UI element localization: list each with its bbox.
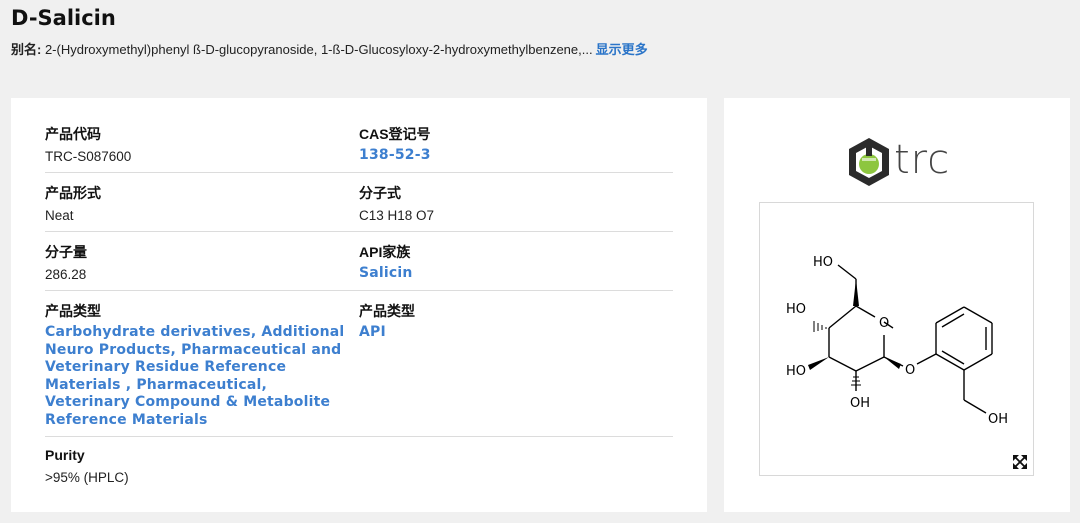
label-ho-left1: HO <box>786 302 806 317</box>
api-family-label: API家族 <box>359 244 411 260</box>
label-oh-right: OH <box>988 412 1008 427</box>
product-form-label: 产品形式 <box>45 185 101 201</box>
label-ho-left2: HO <box>786 364 806 379</box>
cas-link[interactable]: 138-52-3 <box>359 147 659 165</box>
product-type2-link[interactable]: API <box>359 324 659 342</box>
product-details-card: 产品代码 TRC-S087600 CAS登记号 138-52-3 产品形式 Ne… <box>11 98 707 512</box>
structure-card: trc HO HO HO OH OH O O <box>724 98 1070 512</box>
trc-logo-icon <box>849 138 889 186</box>
molecular-weight-value: 286.28 <box>45 267 87 282</box>
alias-label: 别名: <box>11 42 42 57</box>
detail-row-5: Purity >95% (HPLC) <box>45 446 673 494</box>
show-more-link[interactable]: 显示更多 <box>596 42 648 57</box>
label-oh-bottom: OH <box>850 396 870 411</box>
trc-logo: trc <box>844 134 954 190</box>
detail-row-1: 产品代码 TRC-S087600 CAS登记号 138-52-3 <box>45 125 673 173</box>
product-code-label: 产品代码 <box>45 126 101 142</box>
salicin-structure-drawing: HO HO HO OH OH O O <box>786 255 1008 427</box>
product-code-value: TRC-S087600 <box>45 149 132 164</box>
alias-text: 2-(Hydroxymethyl)phenyl ß-D-glucopyranos… <box>41 42 593 57</box>
formula-value: C13 H18 O7 <box>359 208 435 223</box>
label-link-o: O <box>905 363 915 378</box>
cas-label: CAS登记号 <box>359 126 431 142</box>
detail-row-2: 产品形式 Neat 分子式 C13 H18 O7 <box>45 184 673 232</box>
product-form-value: Neat <box>45 208 74 223</box>
product-aliases: 别名: 2-(Hydroxymethyl)phenyl ß-D-glucopyr… <box>11 39 648 58</box>
product-type2-label: 产品类型 <box>359 303 415 319</box>
purity-label: Purity <box>45 447 85 463</box>
label-ring-o: O <box>879 316 889 331</box>
product-title: D-Salicin <box>11 6 116 30</box>
detail-row-3: 分子量 286.28 API家族 Salicin <box>45 243 673 291</box>
trc-logo-text: trc <box>894 137 951 183</box>
expand-icon[interactable] <box>1011 453 1029 471</box>
detail-row-4: 产品类型 Carbohydrate derivatives, Additiona… <box>45 302 673 437</box>
chemical-structure[interactable]: HO HO HO OH OH O O <box>759 202 1034 476</box>
product-type-label: 产品类型 <box>45 303 101 319</box>
label-ho-top: HO <box>813 255 833 270</box>
api-family-link[interactable]: Salicin <box>359 265 659 283</box>
product-type-links[interactable]: Carbohydrate derivatives, Additional Neu… <box>45 324 345 429</box>
purity-value: >95% (HPLC) <box>45 470 129 485</box>
formula-label: 分子式 <box>359 185 401 201</box>
molecular-weight-label: 分子量 <box>45 244 87 260</box>
